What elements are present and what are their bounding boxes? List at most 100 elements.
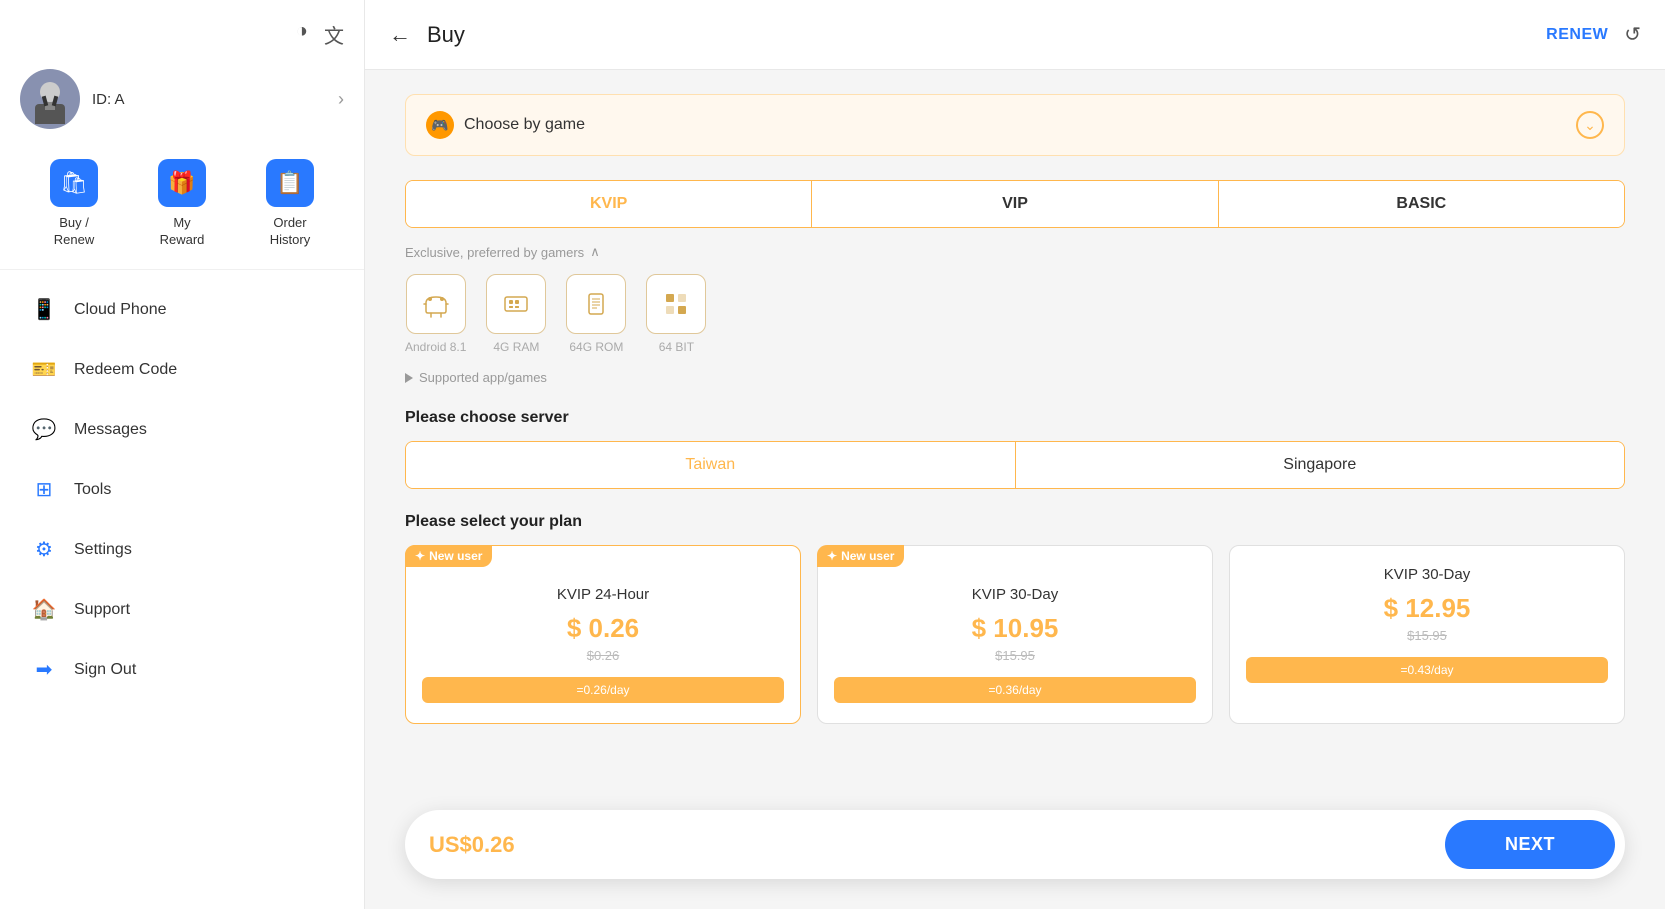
plan-bottom-3: =0.43/day xyxy=(1246,657,1608,683)
ram-icon xyxy=(486,274,546,334)
order-history-label: OrderHistory xyxy=(270,215,310,249)
server-tabs: Taiwan Singapore xyxy=(405,441,1625,489)
supported-games[interactable]: Supported app/games xyxy=(405,370,1625,385)
plan-section-label: Please select your plan xyxy=(405,513,1625,531)
spec-icons: Android 8.1 4G RAM xyxy=(405,274,1625,354)
sidebar: ◑ 文 ID: A › 🛍 Buy /Renew 🎁 MyReward 📋 Or… xyxy=(0,0,365,909)
spec-android: Android 8.1 xyxy=(405,274,466,354)
header-left: ← Buy xyxy=(389,22,465,48)
quick-action-order-history[interactable]: 📋 OrderHistory xyxy=(266,159,314,249)
supported-games-label: Supported app/games xyxy=(419,370,547,385)
spec-bit: 64 BIT xyxy=(646,274,706,354)
bit-icon xyxy=(646,274,706,334)
quick-action-my-reward[interactable]: 🎁 MyReward xyxy=(158,159,206,249)
tab-basic[interactable]: BASIC xyxy=(1219,181,1624,227)
support-icon: 🏠 xyxy=(30,596,58,624)
buy-renew-label: Buy /Renew xyxy=(54,215,94,249)
plan-cards: ✦ New user KVIP 24-Hour $ 0.26 $0.26 =0.… xyxy=(405,545,1625,724)
main-body: 🎮 Choose by game ⌄ KVIP VIP BASIC Exclus… xyxy=(365,70,1665,909)
nav-item-sign-out[interactable]: ➡ Sign Out xyxy=(0,640,364,700)
settings-icon: ⚙ xyxy=(30,536,58,564)
nav-item-support[interactable]: 🏠 Support xyxy=(0,580,364,640)
header-right: RENEW ↺ xyxy=(1546,22,1641,47)
profile-arrow: › xyxy=(338,89,344,110)
order-history-icon: 📋 xyxy=(266,159,314,207)
tier-tabs: KVIP VIP BASIC xyxy=(405,180,1625,228)
android-icon xyxy=(406,274,466,334)
tab-kvip[interactable]: KVIP xyxy=(406,181,812,227)
game-icon: 🎮 xyxy=(426,111,454,139)
nav-item-messages[interactable]: 💬 Messages xyxy=(0,400,364,460)
tab-singapore[interactable]: Singapore xyxy=(1016,442,1625,488)
back-button[interactable]: ← xyxy=(389,22,411,48)
profile-section[interactable]: ID: A › xyxy=(0,59,364,149)
plan-original-3: $15.95 xyxy=(1246,628,1608,643)
translate-icon[interactable]: 文 xyxy=(324,20,344,49)
rom-label: 64G ROM xyxy=(569,340,623,354)
nav-item-settings[interactable]: ⚙ Settings xyxy=(0,520,364,580)
bottom-price: US$0.26 xyxy=(429,832,515,858)
page-title: Buy xyxy=(427,22,465,48)
redeem-code-icon: 🎫 xyxy=(30,356,58,384)
plan-name-1: KVIP 24-Hour xyxy=(422,586,784,603)
my-reward-icon: 🎁 xyxy=(158,159,206,207)
nav-label-messages: Messages xyxy=(74,421,147,439)
spec-ram: 4G RAM xyxy=(486,274,546,354)
ram-label: 4G RAM xyxy=(493,340,539,354)
my-reward-label: MyReward xyxy=(160,215,205,249)
nav-label-redeem-code: Redeem Code xyxy=(74,361,177,379)
plan-name-2: KVIP 30-Day xyxy=(834,586,1196,603)
avatar xyxy=(20,69,80,129)
plan-price-2: $ 10.95 xyxy=(834,613,1196,644)
nav-label-sign-out: Sign Out xyxy=(74,661,136,679)
plan-bottom-2: =0.36/day xyxy=(834,677,1196,703)
server-section-label: Please choose server xyxy=(405,409,1625,427)
nav-item-redeem-code[interactable]: 🎫 Redeem Code xyxy=(0,340,364,400)
theme-icon[interactable]: ◑ xyxy=(296,20,308,49)
game-banner-text: Choose by game xyxy=(464,116,585,134)
sign-out-icon: ➡ xyxy=(30,656,58,684)
buy-renew-icon: 🛍 xyxy=(50,159,98,207)
next-button[interactable]: NEXT xyxy=(1445,820,1615,869)
plan-card-kvip-30d[interactable]: KVIP 30-Day $ 12.95 $15.95 =0.43/day xyxy=(1229,545,1625,724)
bit-label: 64 BIT xyxy=(659,340,694,354)
game-banner[interactable]: 🎮 Choose by game ⌄ xyxy=(405,94,1625,156)
tools-icon: ⊞ xyxy=(30,476,58,504)
nav-items: 📱 Cloud Phone 🎫 Redeem Code 💬 Messages ⊞… xyxy=(0,270,364,889)
profile-id: ID: A xyxy=(92,91,326,108)
game-banner-left: 🎮 Choose by game xyxy=(426,111,585,139)
new-user-badge-2: ✦ New user xyxy=(817,545,904,567)
quick-action-buy-renew[interactable]: 🛍 Buy /Renew xyxy=(50,159,98,249)
plan-price-1: $ 0.26 xyxy=(422,613,784,644)
chevron-down-icon[interactable]: ⌄ xyxy=(1576,111,1604,139)
new-user-badge-1: ✦ New user xyxy=(405,545,492,567)
plan-card-kvip-24h[interactable]: ✦ New user KVIP 24-Hour $ 0.26 $0.26 =0.… xyxy=(405,545,801,724)
rom-icon xyxy=(566,274,626,334)
plan-name-3: KVIP 30-Day xyxy=(1246,566,1608,583)
renew-button[interactable]: RENEW xyxy=(1546,26,1608,44)
plan-original-1: $0.26 xyxy=(422,648,784,663)
cloud-phone-icon: 📱 xyxy=(30,296,58,324)
sidebar-top-icons: ◑ 文 xyxy=(0,20,364,59)
tab-vip[interactable]: VIP xyxy=(812,181,1218,227)
main-area: ← Buy RENEW ↺ 🎮 Choose by game ⌄ KVIP VI… xyxy=(365,0,1665,909)
messages-icon: 💬 xyxy=(30,416,58,444)
plan-price-3: $ 12.95 xyxy=(1246,593,1608,624)
triangle-icon xyxy=(405,373,413,383)
tab-taiwan[interactable]: Taiwan xyxy=(406,442,1016,488)
plan-card-kvip-30d-new[interactable]: ✦ New user KVIP 30-Day $ 10.95 $15.95 =0… xyxy=(817,545,1213,724)
plan-bottom-1: =0.26/day xyxy=(422,677,784,703)
spec-rom: 64G ROM xyxy=(566,274,626,354)
nav-label-support: Support xyxy=(74,601,130,619)
nav-item-tools[interactable]: ⊞ Tools xyxy=(0,460,364,520)
refresh-icon[interactable]: ↺ xyxy=(1624,22,1641,47)
bottom-bar: US$0.26 NEXT xyxy=(405,810,1625,879)
main-header: ← Buy RENEW ↺ xyxy=(365,0,1665,70)
android-label: Android 8.1 xyxy=(405,340,466,354)
nav-item-cloud-phone[interactable]: 📱 Cloud Phone xyxy=(0,280,364,340)
exclusive-label: Exclusive, preferred by gamers ∧ xyxy=(405,244,1625,260)
nav-label-settings: Settings xyxy=(74,541,132,559)
nav-label-cloud-phone: Cloud Phone xyxy=(74,301,167,319)
plan-original-2: $15.95 xyxy=(834,648,1196,663)
nav-label-tools: Tools xyxy=(74,481,111,499)
